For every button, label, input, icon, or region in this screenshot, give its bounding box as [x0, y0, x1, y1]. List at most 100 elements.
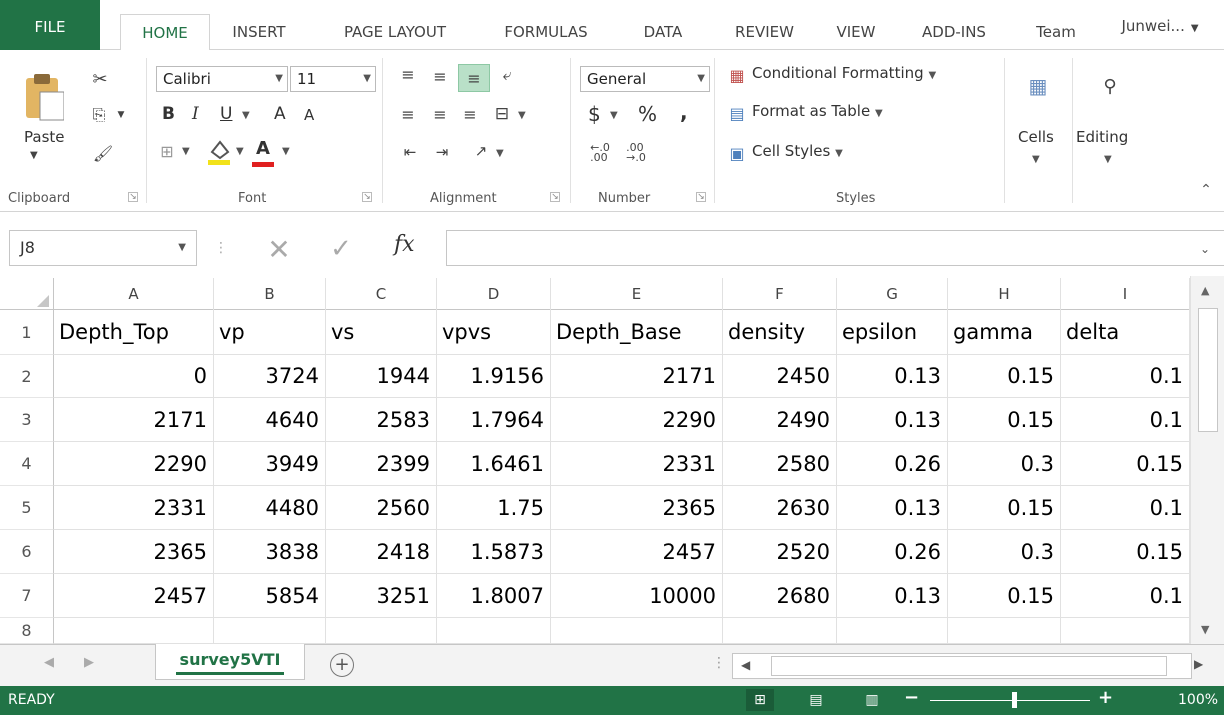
next-sheet-icon[interactable]: ▶ — [84, 655, 94, 670]
dialog-launcher-icon[interactable]: ↘ — [696, 192, 706, 202]
table-header-cell[interactable]: epsilon — [837, 310, 948, 355]
page-break-view-icon[interactable]: ▥ — [858, 689, 886, 711]
table-cell[interactable]: 0.1 — [1061, 574, 1190, 618]
orientation-icon[interactable]: ↗ — [468, 140, 494, 162]
table-cell[interactable]: 0.15 — [1061, 530, 1190, 574]
chevron-down-icon[interactable]: ▼ — [496, 148, 504, 159]
zoom-in-icon[interactable]: + — [1098, 687, 1113, 708]
scroll-up-icon[interactable]: ▲ — [1201, 284, 1209, 297]
user-account[interactable]: Junwei... ▼ — [1100, 8, 1220, 44]
row-header[interactable]: 5 — [0, 486, 54, 530]
table-cell[interactable] — [1061, 618, 1190, 644]
row-header[interactable]: 3 — [0, 398, 54, 442]
table-cell[interactable]: 2290 — [54, 442, 214, 486]
tab-view[interactable]: VIEW — [826, 14, 886, 50]
table-cell[interactable]: 0.1 — [1061, 355, 1190, 398]
zoom-out-icon[interactable]: − — [904, 687, 919, 708]
scroll-right-icon[interactable]: ▶ — [1194, 657, 1203, 671]
scroll-left-icon[interactable]: ◀ — [741, 658, 750, 672]
align-top-icon[interactable]: ≡ — [398, 64, 418, 84]
table-cell[interactable]: 1.75 — [437, 486, 551, 530]
dialog-launcher-icon[interactable]: ↘ — [362, 192, 372, 202]
table-header-cell[interactable]: delta — [1061, 310, 1190, 355]
table-cell[interactable]: 2290 — [551, 398, 723, 442]
table-cell[interactable]: 0.15 — [948, 486, 1061, 530]
table-cell[interactable]: 2680 — [723, 574, 837, 618]
table-cell[interactable] — [54, 618, 214, 644]
table-cell[interactable]: 2331 — [551, 442, 723, 486]
table-header-cell[interactable]: vs — [326, 310, 437, 355]
formula-input[interactable] — [446, 230, 1224, 266]
decrease-indent-icon[interactable]: ⇤ — [398, 142, 422, 162]
increase-decimal-icon[interactable]: ←.0.00 — [586, 142, 614, 164]
column-header[interactable]: C — [326, 278, 437, 310]
shrink-font-button[interactable]: A — [304, 106, 314, 124]
table-cell[interactable]: 0.13 — [837, 486, 948, 530]
table-cell[interactable]: 1.7964 — [437, 398, 551, 442]
table-cell[interactable]: 2365 — [54, 530, 214, 574]
horizontal-scrollbar[interactable]: ◀ — [732, 653, 1192, 679]
align-right-icon[interactable]: ≡ — [460, 104, 480, 124]
table-cell[interactable]: 0.1 — [1061, 486, 1190, 530]
table-cell[interactable]: 0.13 — [837, 398, 948, 442]
table-cell[interactable]: 1.9156 — [437, 355, 551, 398]
table-cell[interactable] — [837, 618, 948, 644]
chevron-down-icon[interactable]: ▼ — [182, 146, 190, 157]
tab-home[interactable]: HOME — [120, 14, 210, 51]
bold-button[interactable]: B — [162, 104, 175, 124]
currency-button[interactable]: $ — [588, 102, 601, 126]
chevron-down-icon[interactable]: ▼ — [282, 146, 290, 157]
dialog-launcher-icon[interactable]: ↘ — [128, 192, 138, 202]
table-cell[interactable]: 3838 — [214, 530, 326, 574]
name-box[interactable]: J8 ▼ — [9, 230, 197, 266]
page-layout-view-icon[interactable]: ▤ — [802, 689, 830, 711]
table-cell[interactable]: 3949 — [214, 442, 326, 486]
table-cell[interactable]: 0.26 — [837, 530, 948, 574]
row-header[interactable]: 7 — [0, 574, 54, 618]
cell-styles-button[interactable]: Cell Styles ▼ — [752, 142, 843, 160]
table-cell[interactable]: 2457 — [551, 530, 723, 574]
table-cell[interactable]: 0.15 — [1061, 442, 1190, 486]
table-header-cell[interactable]: Depth_Base — [551, 310, 723, 355]
row-header[interactable]: 8 — [0, 618, 54, 644]
zoom-level[interactable]: 100% — [1178, 692, 1218, 708]
column-header[interactable]: G — [837, 278, 948, 310]
tab-data[interactable]: DATA — [628, 14, 698, 50]
editing-group[interactable]: ⚲ Editing ▼ — [1074, 58, 1154, 208]
table-cell[interactable]: 2560 — [326, 486, 437, 530]
table-cell[interactable]: 2630 — [723, 486, 837, 530]
chevron-down-icon[interactable]: ▼ — [610, 110, 618, 121]
table-cell[interactable] — [326, 618, 437, 644]
row-header[interactable]: 6 — [0, 530, 54, 574]
font-name-select[interactable]: Calibri ▼ — [156, 66, 288, 92]
font-size-select[interactable]: 11 ▼ — [290, 66, 376, 92]
row-header[interactable]: 4 — [0, 442, 54, 486]
number-format-select[interactable]: General ▼ — [580, 66, 710, 92]
enter-icon[interactable]: ✓ — [324, 232, 358, 266]
insert-function-button[interactable]: fx — [394, 232, 415, 257]
table-header-cell[interactable]: density — [723, 310, 837, 355]
table-cell[interactable]: 2450 — [723, 355, 837, 398]
format-painter-icon[interactable]: 🖌 — [90, 140, 116, 166]
column-header[interactable]: H — [948, 278, 1061, 310]
table-cell[interactable] — [948, 618, 1061, 644]
dialog-launcher-icon[interactable]: ↘ — [550, 192, 560, 202]
align-bottom-icon[interactable]: ≡ — [458, 64, 490, 92]
table-cell[interactable]: 0.15 — [948, 398, 1061, 442]
align-left-icon[interactable]: ≡ — [398, 104, 418, 124]
table-cell[interactable] — [723, 618, 837, 644]
tab-split-handle-icon[interactable]: ⋮ — [712, 655, 726, 671]
table-cell[interactable]: 0.1 — [1061, 398, 1190, 442]
add-sheet-button[interactable]: + — [330, 653, 354, 677]
chevron-down-icon[interactable]: ▼ — [114, 102, 128, 128]
align-center-icon[interactable]: ≡ — [430, 104, 450, 124]
normal-view-icon[interactable]: ⊞ — [746, 689, 774, 711]
chevron-down-icon[interactable]: ▼ — [236, 146, 244, 157]
select-all-button[interactable] — [0, 278, 54, 310]
row-header[interactable]: 2 — [0, 355, 54, 398]
table-cell[interactable]: 0.3 — [948, 530, 1061, 574]
table-cell[interactable]: 2171 — [551, 355, 723, 398]
table-cell[interactable]: 2490 — [723, 398, 837, 442]
align-middle-icon[interactable]: ≡ — [430, 66, 450, 86]
tab-formulas[interactable]: FORMULAS — [492, 14, 600, 50]
